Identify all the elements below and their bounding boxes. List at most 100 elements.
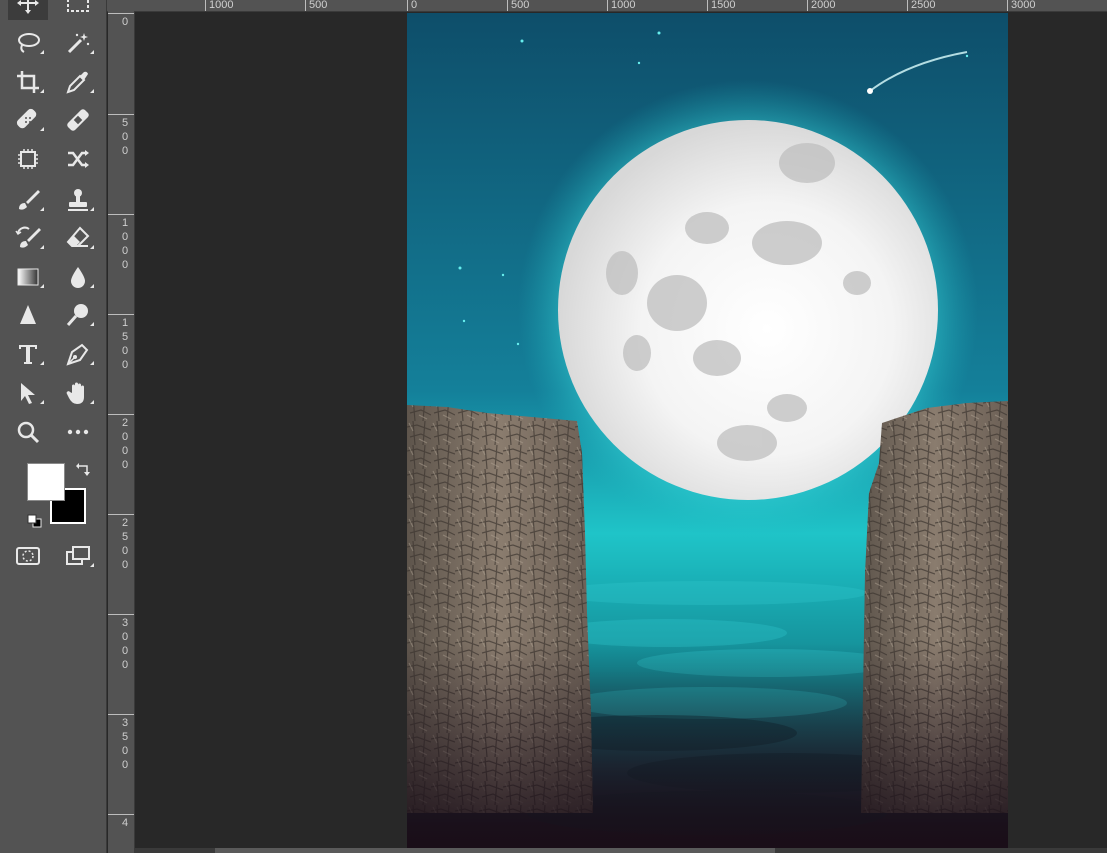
more-tools-button[interactable]: [58, 415, 98, 449]
ruler-label: 1500: [707, 0, 735, 11]
ruler-digit: 5: [121, 331, 129, 343]
ruler-digit: 2: [121, 417, 129, 429]
brush-icon: [19, 190, 40, 210]
brush-tool[interactable]: [8, 183, 48, 217]
ruler-label: 2000: [807, 0, 835, 11]
ruler-label: 3000: [1007, 0, 1035, 11]
path-selection-tool[interactable]: [8, 376, 48, 410]
path-selection-arrow-icon: [21, 383, 35, 404]
ruler-digit: 2: [121, 517, 129, 529]
ruler-digit: 5: [121, 117, 129, 129]
crop-tool[interactable]: [8, 65, 48, 99]
quick-mask-button[interactable]: [8, 539, 48, 573]
ruler-digit: 0: [121, 559, 129, 571]
quick-mask-icon: [16, 547, 40, 565]
pen-tool[interactable]: [58, 337, 98, 371]
lasso-icon: [18, 33, 40, 53]
ruler-digit: 0: [121, 759, 129, 771]
dodge-tool[interactable]: [58, 298, 98, 332]
eraser-tool[interactable]: [58, 221, 98, 255]
ruler-tick: [108, 114, 134, 115]
ruler-digit: 5: [121, 731, 129, 743]
blur-tool[interactable]: [58, 260, 98, 294]
shuffle-icon: [68, 150, 89, 168]
ruler-digit: 0: [121, 345, 129, 357]
ruler-tick: [108, 614, 134, 615]
pen-icon: [66, 343, 89, 366]
ruler-digit: 0: [121, 259, 129, 271]
history-brush-icon: [15, 226, 41, 248]
content-aware-move-icon: [18, 149, 38, 169]
spot-healing-brush-icon: [16, 108, 37, 129]
spot-healing-tool[interactable]: [8, 103, 48, 137]
ruler-digit: 3: [121, 617, 129, 629]
more-ellipsis-icon: [67, 429, 89, 435]
dodge-icon: [66, 304, 88, 326]
document-canvas[interactable]: [407, 13, 1008, 853]
eyedropper-icon: [66, 71, 88, 94]
ruler-label: 0: [407, 0, 417, 11]
ruler-tick: [108, 314, 134, 315]
content-aware-tool[interactable]: [8, 142, 48, 176]
ruler-tick: [108, 13, 134, 14]
ruler-digit: 0: [121, 631, 129, 643]
ruler-tick: [108, 514, 134, 515]
hand-tool[interactable]: [58, 376, 98, 410]
eyedropper-tool[interactable]: [58, 65, 98, 99]
shuffle-tool[interactable]: [58, 142, 98, 176]
ruler-digit: 0: [121, 245, 129, 257]
swap-colors-icon[interactable]: [75, 462, 91, 478]
move-tool[interactable]: [8, 0, 48, 20]
move-icon: [17, 0, 39, 14]
zoom-icon: [17, 421, 40, 444]
hand-icon: [66, 382, 84, 404]
ruler-digit: 0: [121, 131, 129, 143]
ruler-digit: 4: [121, 817, 129, 829]
ruler-label: 2500: [907, 0, 935, 11]
ruler-label: 500: [507, 0, 529, 11]
ruler-digit: 0: [121, 659, 129, 671]
gradient-tool[interactable]: [8, 260, 48, 294]
crop-icon: [17, 71, 39, 93]
ruler-digit: 0: [121, 231, 129, 243]
ruler-tick: [108, 814, 134, 815]
magic-wand-tool[interactable]: [58, 26, 98, 60]
ruler-label: 1000: [205, 0, 233, 11]
ruler-digit: 0: [121, 431, 129, 443]
ruler-label: 1000: [607, 0, 635, 11]
history-brush-tool[interactable]: [8, 221, 48, 255]
eraser-icon: [66, 226, 90, 247]
screen-mode-button[interactable]: [58, 539, 98, 573]
ruler-digit: 0: [121, 359, 129, 371]
clone-stamp-tool[interactable]: [58, 183, 98, 217]
default-colors-icon[interactable]: [27, 514, 43, 528]
scrollbar-thumb[interactable]: [215, 848, 775, 853]
ruler-digit: 0: [121, 145, 129, 157]
ruler-tick: [108, 214, 134, 215]
clone-stamp-icon: [68, 189, 88, 211]
moon-cliffs-artwork: [407, 13, 1008, 853]
horizontal-ruler[interactable]: 1000 500 0 500 1000 1500 2000 2500 3000: [107, 0, 1107, 12]
healing-brush-tool[interactable]: [58, 103, 98, 137]
ruler-digit: 0: [121, 745, 129, 757]
type-icon: [19, 345, 37, 364]
ruler-digit: 1: [121, 217, 129, 229]
ruler-digit: 1: [121, 317, 129, 329]
type-tool[interactable]: [8, 337, 48, 371]
sharpen-triangle-icon: [20, 305, 36, 324]
horizontal-scrollbar[interactable]: [135, 848, 1107, 853]
foreground-color-swatch[interactable]: [27, 463, 65, 501]
ruler-digit: 0: [121, 445, 129, 457]
ruler-digit: 5: [121, 531, 129, 543]
gradient-icon: [17, 268, 39, 286]
ruler-digit: 3: [121, 717, 129, 729]
magic-wand-icon: [67, 33, 90, 54]
sharpen-tool[interactable]: [8, 298, 48, 332]
bandage-icon: [67, 109, 89, 131]
ruler-digit: 0: [121, 459, 129, 471]
lasso-tool[interactable]: [8, 26, 48, 60]
blur-drop-icon: [71, 267, 85, 288]
zoom-tool[interactable]: [8, 415, 48, 449]
marquee-tool[interactable]: [58, 0, 98, 20]
vertical-ruler[interactable]: 0 5 0 0 1 0 0 0 1 5 0 0 2 0 0 0 2 5 0 0 3 0 0 0 3 5 0 0 4: [108, 11, 135, 853]
